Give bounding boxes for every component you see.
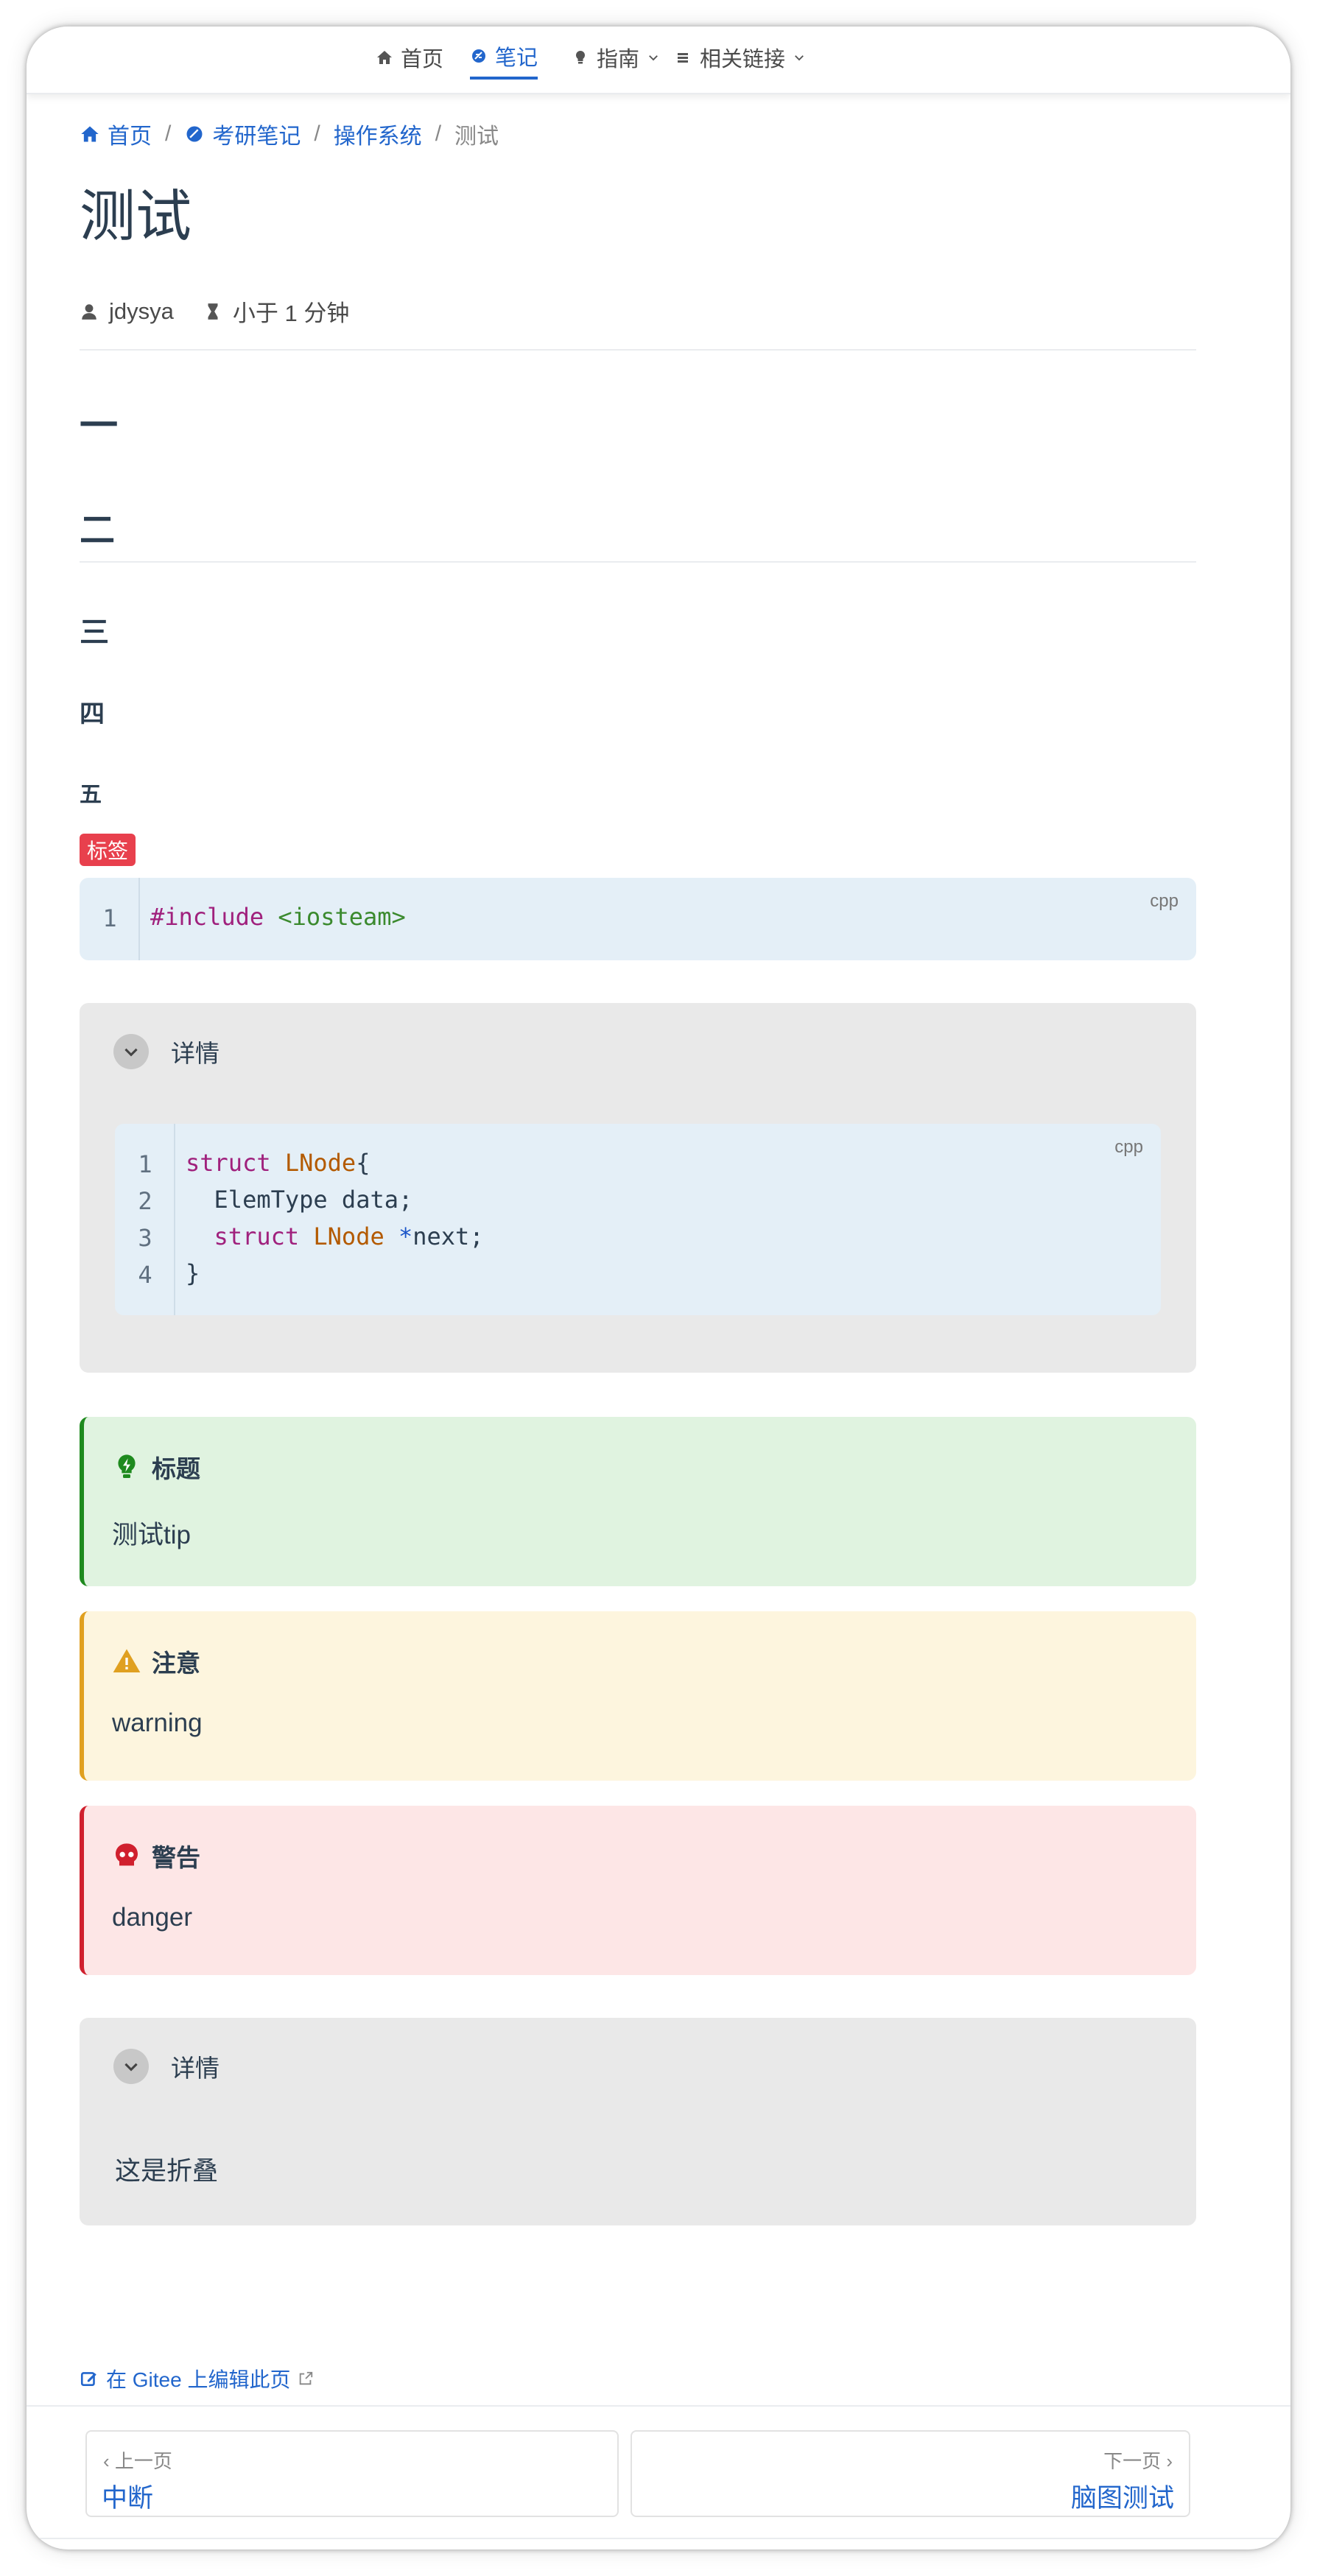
skull-icon xyxy=(116,1843,138,1866)
prev-label: ‹ 上一页 xyxy=(103,2450,172,2472)
line-number: 4 xyxy=(138,1261,152,1289)
home-icon xyxy=(377,51,392,64)
code-lang: cpp xyxy=(1114,1137,1143,1157)
page-meta: jdysya 小于 1 分钟 xyxy=(80,295,349,328)
warning-icon xyxy=(113,1649,141,1672)
details-summary[interactable]: 详情 xyxy=(113,2049,220,2084)
code-lang: cpp xyxy=(1150,891,1179,911)
code-line: ElemType data; xyxy=(214,1186,413,1214)
edit-link-label: 在 Gitee 上编辑此页 xyxy=(106,2368,291,2391)
line-number: 2 xyxy=(138,1187,152,1215)
prev-page-link[interactable]: ‹ 上一页 中断 xyxy=(85,2430,619,2517)
reading-time: 小于 1 分钟 xyxy=(232,300,350,326)
callout-body: 测试tip xyxy=(112,1521,191,1549)
callout-title: 标题 xyxy=(112,1449,200,1485)
note-icon xyxy=(186,126,203,142)
breadcrumb: 首页 / 考研笔记 / 操作系统 / 测试 xyxy=(80,118,499,150)
code-line: struct LNode{ xyxy=(186,1149,370,1177)
chevron-down-icon xyxy=(113,1034,149,1069)
code-block: 1 #include <iosteam> cpp xyxy=(80,878,1196,960)
breadcrumb-home[interactable]: 首页 xyxy=(80,118,152,150)
heading-5: 五 xyxy=(80,783,102,807)
nav-item-links[interactable]: 相关链接 xyxy=(675,35,806,80)
hourglass-icon xyxy=(208,303,218,320)
nav-item-home[interactable]: 首页 xyxy=(376,35,443,80)
line-number: 3 xyxy=(138,1224,152,1252)
tag-badge: 标签 xyxy=(80,834,136,866)
details-block: 详情 这是折叠 xyxy=(80,2018,1196,2225)
callout-title: 注意 xyxy=(112,1644,200,1679)
breadcrumb-current: 测试 xyxy=(454,124,499,149)
warning-callout: 注意 warning xyxy=(80,1611,1196,1781)
breadcrumb-separator: / xyxy=(314,122,320,146)
heading-3: 三 xyxy=(80,616,109,649)
divider xyxy=(27,2538,1290,2539)
nav-item-guide[interactable]: 指南 xyxy=(572,35,660,80)
code-line: } xyxy=(186,1259,200,1287)
external-link-icon xyxy=(300,2371,313,2385)
edit-icon xyxy=(80,2372,96,2386)
breadcrumb-separator: / xyxy=(165,122,172,146)
details-summary[interactable]: 详情 xyxy=(113,1034,220,1069)
user-icon xyxy=(82,303,96,320)
details-summary-label: 详情 xyxy=(171,2055,220,2082)
breadcrumb-separator: / xyxy=(435,122,442,146)
nav-item-label: 首页 xyxy=(401,48,444,71)
heading-1: 一 xyxy=(80,405,119,448)
line-number: 1 xyxy=(102,904,117,932)
next-label: 下一页 › xyxy=(1103,2450,1173,2472)
divider xyxy=(80,349,1196,351)
heading-4: 四 xyxy=(80,700,105,728)
note-icon xyxy=(472,49,485,63)
tip-callout: 标题 测试tip xyxy=(80,1417,1196,1586)
nav-item-label: 笔记 xyxy=(495,46,538,70)
page-frame: 首页 笔记 指南 相关链接 首页 / 考研笔记 / 操作系统 / 测试 测试 j… xyxy=(27,27,1290,2549)
prev-title: 中断 xyxy=(102,2484,154,2513)
divider xyxy=(27,2405,1290,2407)
divider xyxy=(80,561,1196,563)
navbar: 首页 笔记 指南 相关链接 xyxy=(27,27,1290,94)
stack-icon xyxy=(678,53,688,63)
callout-body: danger xyxy=(112,1903,192,1932)
bulb-icon xyxy=(575,50,586,64)
callout-title: 警告 xyxy=(112,1838,200,1873)
chevron-down-icon xyxy=(795,55,804,61)
page-title: 测试 xyxy=(80,186,192,248)
breadcrumb-kaoyan[interactable]: 考研笔记 xyxy=(184,118,301,150)
nav-item-notes[interactable]: 笔记 xyxy=(470,35,538,80)
author[interactable]: jdysya xyxy=(109,298,174,325)
chevron-down-icon xyxy=(113,2049,149,2084)
code-gutter: 1 2 3 4 xyxy=(115,1124,175,1315)
breadcrumb-os[interactable]: 操作系统 xyxy=(334,118,422,150)
home-icon xyxy=(81,126,99,142)
code-gutter: 1 xyxy=(80,878,140,960)
code-line: #include <iosteam> xyxy=(150,903,406,931)
nav-item-label: 相关链接 xyxy=(700,48,786,71)
next-title: 脑图测试 xyxy=(1070,2484,1174,2513)
code-block: 1 2 3 4 struct LNode{ ElemType data; str… xyxy=(115,1124,1161,1315)
bulb-icon xyxy=(118,1454,136,1478)
heading-2: 二 xyxy=(80,511,116,550)
details-summary-label: 详情 xyxy=(171,1040,220,1067)
code-line: struct LNode *next; xyxy=(214,1222,484,1250)
details-block: 详情 1 2 3 4 struct LNode{ ElemType data; … xyxy=(80,1003,1196,1373)
next-page-link[interactable]: 下一页 › 脑图测试 xyxy=(631,2430,1190,2517)
nav-item-label: 指南 xyxy=(597,48,640,71)
danger-callout: 警告 danger xyxy=(80,1806,1196,1975)
details-body: 这是折叠 xyxy=(115,2157,219,2186)
chevron-down-icon xyxy=(649,55,658,61)
callout-body: warning xyxy=(112,1708,203,1737)
edit-page-link[interactable]: 在 Gitee 上编辑此页 xyxy=(80,2364,314,2393)
line-number: 1 xyxy=(138,1150,152,1178)
